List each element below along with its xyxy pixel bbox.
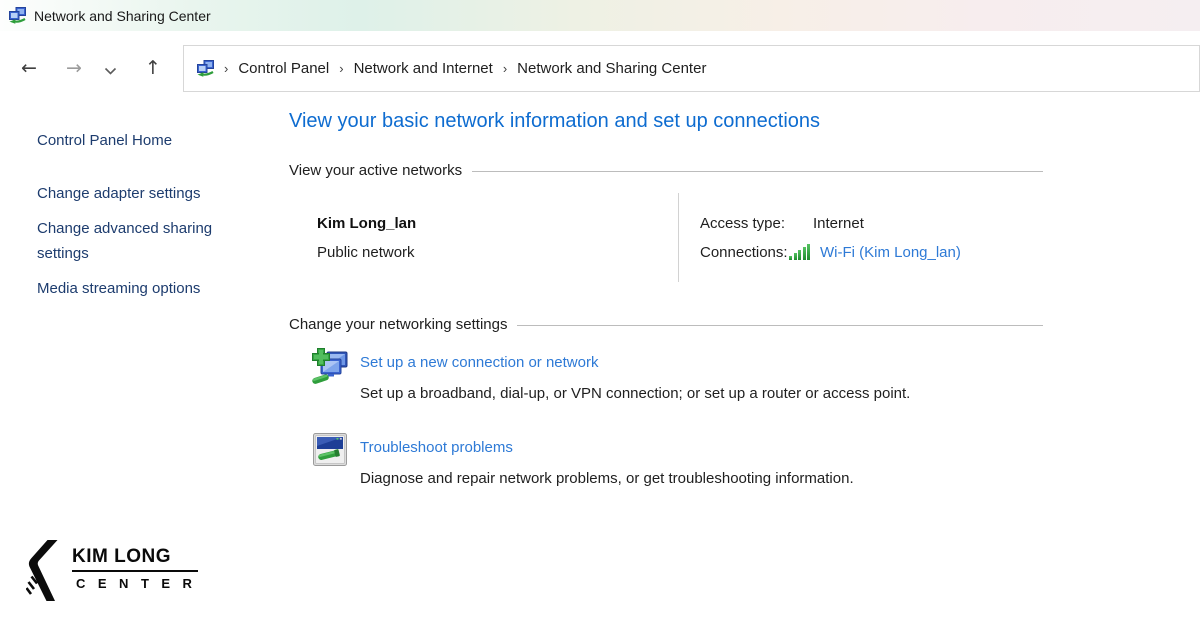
wifi-signal-icon [789,244,810,260]
breadcrumb-control-panel[interactable]: Control Panel [238,60,329,77]
breadcrumb-separator: › [223,61,229,76]
sidebar-item-control-panel-home[interactable]: Control Panel Home [37,128,172,153]
kim-long-logo-subtitle: CENTER [76,576,204,591]
breadcrumb-network-and-internet[interactable]: Network and Internet [354,60,493,77]
troubleshoot-problems-description: Diagnose and repair network problems, or… [360,470,854,487]
address-network-icon [197,60,214,77]
troubleshoot-icon[interactable] [313,433,347,471]
sidebar-item-media-streaming-options[interactable]: Media streaming options [37,276,200,301]
access-type-label: Access type: [700,215,785,232]
forward-button[interactable]: → [61,56,87,80]
setup-new-connection-description: Set up a broadband, dial-up, or VPN conn… [360,385,910,402]
window-titlebar: Network and Sharing Center [0,0,1200,31]
sidebar-item-change-advanced-sharing-settings[interactable]: Change advanced sharing settings [37,216,222,266]
wifi-connection-link[interactable]: Wi-Fi (Kim Long_lan) [820,244,961,261]
connections-label: Connections: [700,244,788,261]
kim-long-logo-chevron-icon [26,540,66,609]
address-bar[interactable]: › Control Panel › Network and Internet ›… [183,45,1200,92]
troubleshoot-problems-link[interactable]: Troubleshoot problems [360,439,513,456]
kim-long-logo-divider [72,570,198,572]
section-divider [472,171,1043,172]
active-network-column-divider [678,193,679,282]
networking-settings-section-header: Change your networking settings [289,316,1043,333]
section-divider [517,325,1043,326]
network-sharing-center-icon [9,7,26,24]
breadcrumb-network-and-sharing-center[interactable]: Network and Sharing Center [517,60,706,77]
page-title: View your basic network information and … [289,110,820,133]
up-button[interactable]: ↑ [140,56,166,80]
new-connection-icon[interactable] [311,348,349,391]
setup-new-connection-link[interactable]: Set up a new connection or network [360,354,598,371]
breadcrumb-separator: › [502,61,508,76]
kim-long-logo-name: KIM LONG [72,546,171,568]
networking-settings-section-label: Change your networking settings [289,316,507,333]
chevron-down-icon [104,67,117,76]
sidebar-item-change-adapter-settings[interactable]: Change adapter settings [37,181,200,206]
back-button[interactable]: ← [16,56,42,80]
access-type-value: Internet [813,215,864,232]
active-network-profile: Public network [317,244,415,261]
active-network-name: Kim Long_lan [317,215,416,232]
recent-locations-chevron-button[interactable] [104,63,117,81]
active-networks-section-label: View your active networks [289,162,462,179]
breadcrumb-separator: › [338,61,344,76]
window-title: Network and Sharing Center [34,8,211,24]
active-networks-section-header: View your active networks [289,162,1043,179]
